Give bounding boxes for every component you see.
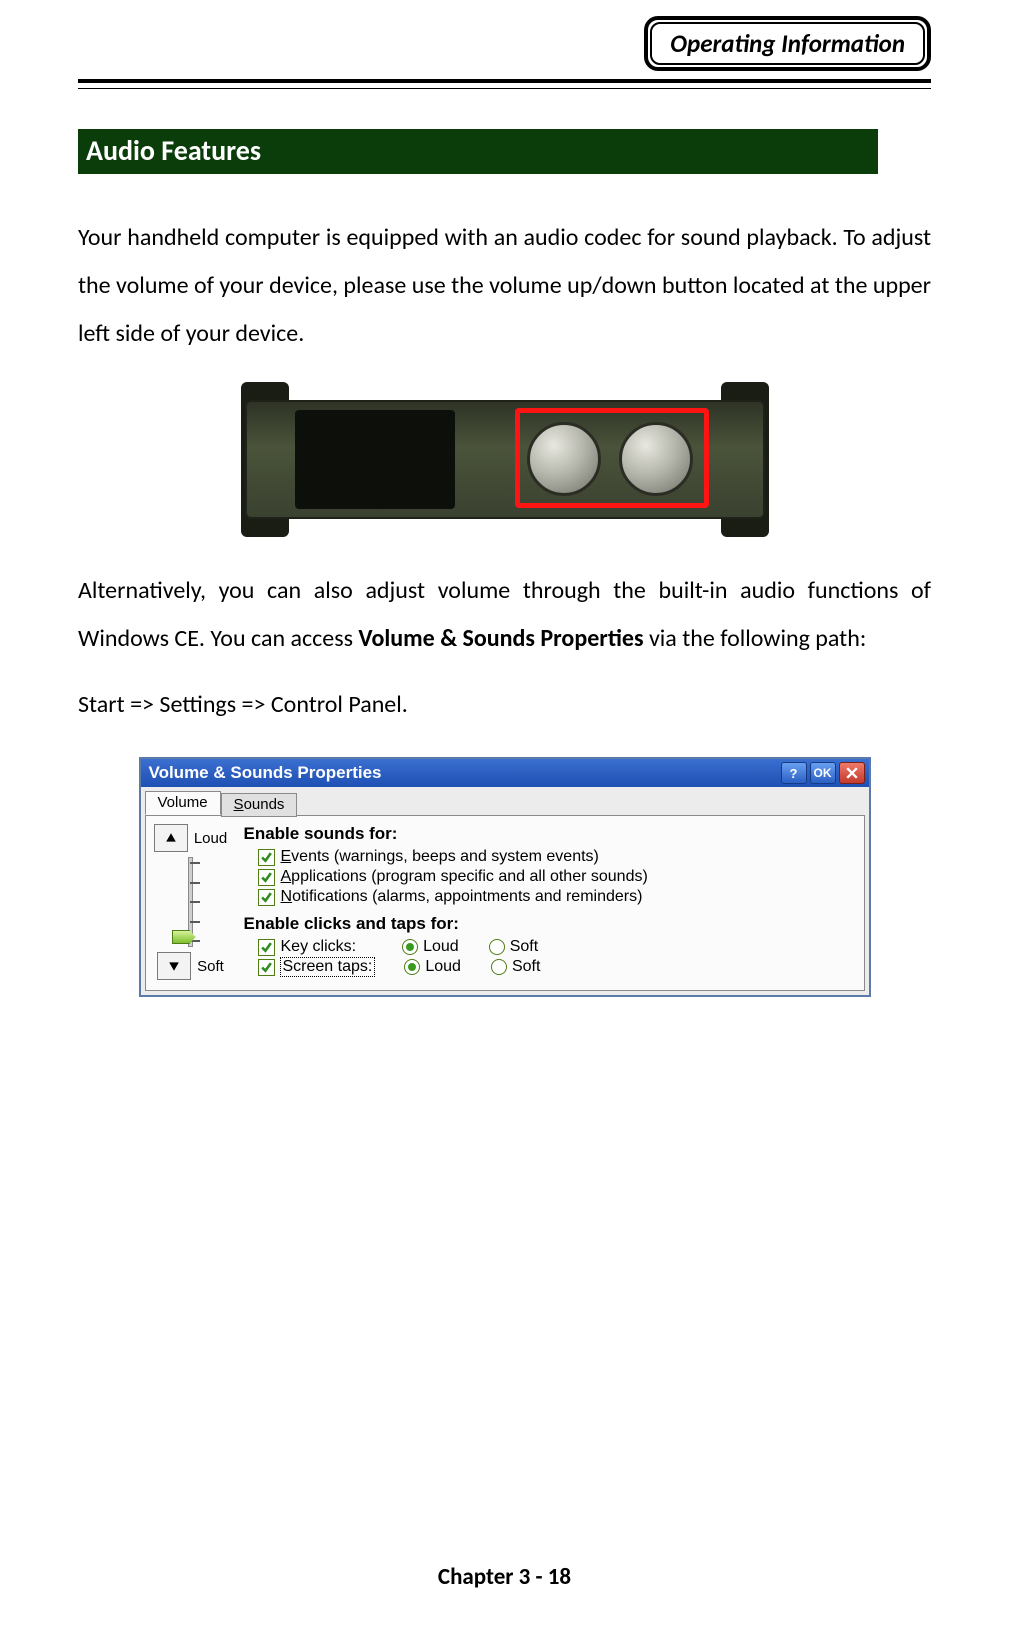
key-clicks-radio-group: Loud Soft	[402, 938, 538, 956]
paragraph-path: Start => Settings => Control Panel.	[78, 681, 931, 729]
para2c: via the following path:	[644, 624, 867, 653]
paragraph-alt: Alternatively, you can also adjust volum…	[78, 567, 931, 663]
radio-dot-icon	[408, 963, 416, 971]
header-rule	[78, 79, 931, 89]
volume-sounds-dialog: Volume & Sounds Properties ? OK Volume S…	[139, 757, 871, 997]
checkbox-events[interactable]	[258, 849, 275, 866]
dialog-panel: Loud Soft Enable sounds for:	[145, 815, 865, 991]
options-column: Enable sounds for: Events (warnings, bee…	[244, 824, 854, 980]
radio-screen-loud[interactable]: Loud	[404, 958, 461, 976]
check-icon	[260, 891, 273, 904]
header-badge: Operating Information	[644, 16, 931, 71]
arrow-up-icon	[165, 832, 177, 844]
ok-label: OK	[814, 766, 832, 780]
enable-clicks-heading: Enable clicks and taps for:	[244, 914, 854, 934]
volume-slider[interactable]	[174, 854, 208, 950]
checkbox-applications[interactable]	[258, 869, 275, 886]
enable-sounds-heading: Enable sounds for:	[244, 824, 854, 844]
radio-dot-icon	[406, 943, 414, 951]
volume-slider-column: Loud Soft	[156, 824, 226, 980]
close-button[interactable]	[839, 762, 865, 784]
checkbox-events-row[interactable]: Events (warnings, beeps and system event…	[258, 848, 854, 866]
volume-down-button-icon	[527, 422, 601, 496]
tab-volume[interactable]: Volume	[145, 791, 221, 815]
dialog-title: Volume & Sounds Properties	[149, 763, 778, 783]
check-icon	[260, 871, 273, 884]
checkbox-events-label: Events (warnings, beeps and system event…	[281, 848, 599, 866]
checkbox-applications-label: Applications (program specific and all o…	[281, 868, 648, 886]
page-footer: Chapter 3 - 18	[0, 1563, 1009, 1591]
dialog-tabs: Volume Sounds	[141, 787, 869, 815]
tab-sounds-rest: ounds	[244, 796, 285, 813]
help-icon: ?	[790, 766, 798, 781]
help-button[interactable]: ?	[781, 762, 807, 784]
radio-screen-soft-label: Soft	[512, 958, 540, 976]
device-figure	[245, 382, 765, 537]
radio-key-soft-label: Soft	[510, 938, 538, 956]
radio-screen-soft[interactable]: Soft	[491, 958, 540, 976]
slider-ticks	[190, 862, 204, 942]
tab-sounds[interactable]: Sounds	[221, 793, 298, 817]
ok-button[interactable]: OK	[810, 762, 836, 784]
header-badge-text: Operating Information	[650, 22, 925, 65]
radio-key-loud[interactable]: Loud	[402, 938, 459, 956]
volume-up-button-icon	[619, 422, 693, 496]
radio-key-loud-label: Loud	[423, 938, 459, 956]
arrow-down-icon	[168, 960, 180, 972]
checkbox-notifications[interactable]	[258, 889, 275, 906]
device-dark-panel	[295, 410, 455, 509]
checkbox-notifications-label: Notifications (alarms, appointments and …	[281, 888, 643, 906]
page-header: Operating Information	[78, 16, 931, 71]
soft-label: Soft	[197, 958, 224, 975]
loud-label: Loud	[194, 830, 227, 847]
paragraph-intro: Your handheld computer is equipped with …	[78, 214, 931, 358]
checkbox-notifications-row[interactable]: Notifications (alarms, appointments and …	[258, 888, 854, 906]
checkbox-screen-taps[interactable]	[258, 959, 275, 976]
para2b-bold: Volume & Sounds Properties	[358, 624, 643, 653]
section-heading: Audio Features	[78, 129, 878, 174]
radio-screen-loud-label: Loud	[425, 958, 461, 976]
screen-taps-row: Screen taps: Loud Soft	[258, 958, 854, 976]
tab-sounds-ul: S	[234, 796, 244, 813]
key-clicks-row: Key clicks: Loud Soft	[258, 938, 854, 956]
screen-taps-label: Screen taps:	[281, 958, 375, 976]
dialog-titlebar[interactable]: Volume & Sounds Properties ? OK	[141, 759, 869, 787]
close-icon	[846, 767, 858, 779]
check-icon	[260, 851, 273, 864]
screen-taps-radio-group: Loud Soft	[404, 958, 540, 976]
checkbox-key-clicks[interactable]	[258, 939, 275, 956]
key-clicks-label: Key clicks:	[281, 938, 357, 956]
radio-key-soft[interactable]: Soft	[489, 938, 538, 956]
volume-down-button[interactable]	[157, 952, 191, 980]
volume-up-button[interactable]	[154, 824, 188, 852]
tab-volume-label: Volume	[158, 794, 208, 811]
check-icon	[260, 941, 273, 954]
checkbox-applications-row[interactable]: Applications (program specific and all o…	[258, 868, 854, 886]
check-icon	[260, 961, 273, 974]
